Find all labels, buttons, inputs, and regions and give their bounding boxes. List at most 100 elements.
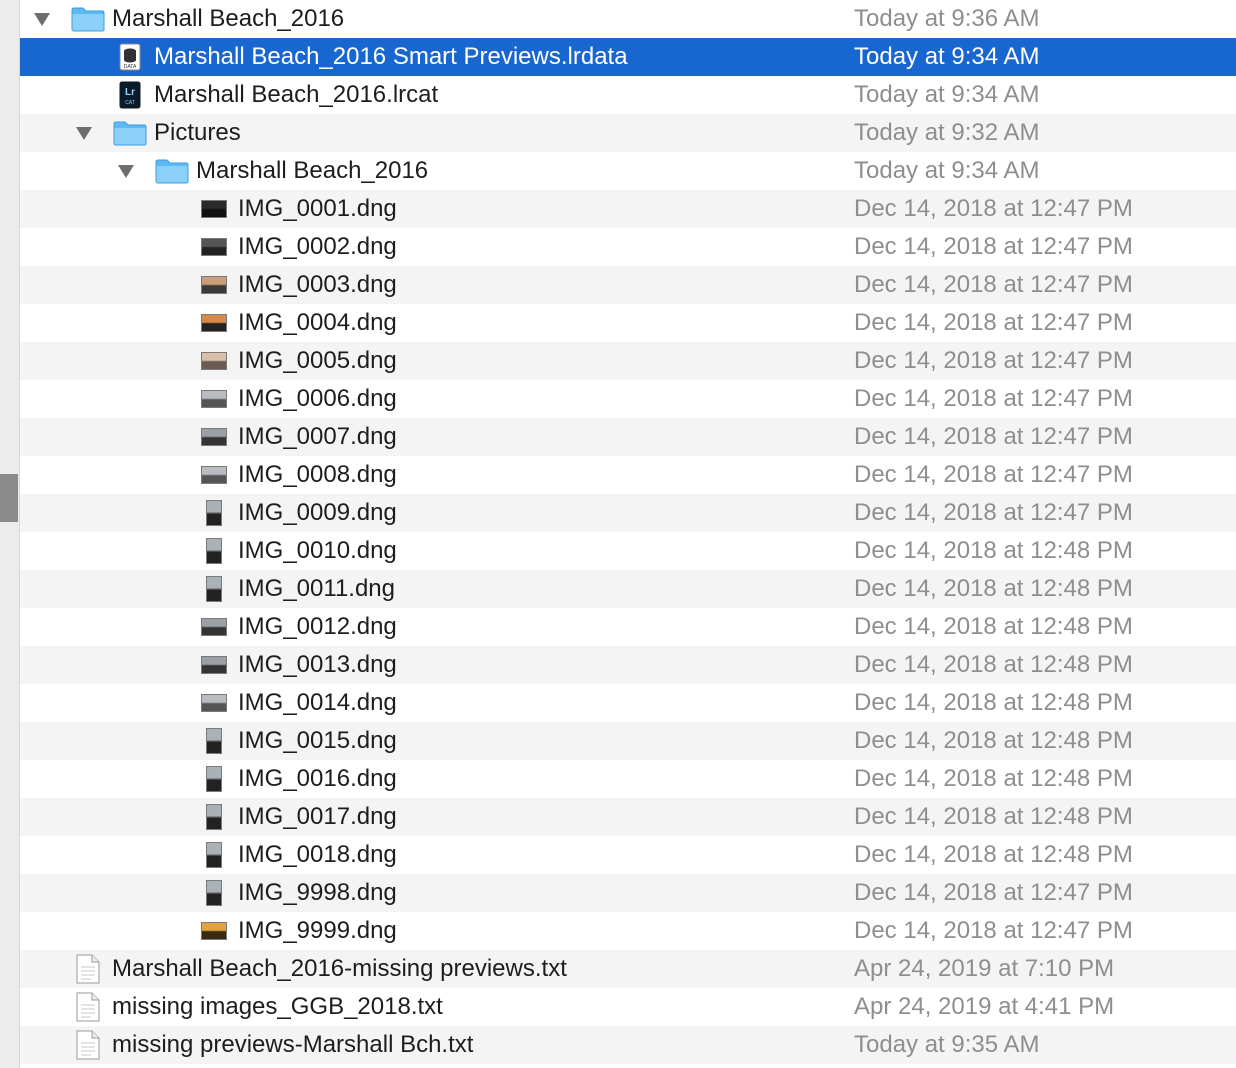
image-thumbnail (201, 200, 227, 218)
file-name: IMG_0011.dng (238, 575, 395, 602)
file-row[interactable]: missing previews-Marshall Bch.txt Today a… (20, 1026, 1236, 1064)
date-modified: Today at 9:34 AM (854, 81, 1040, 108)
image-thumbnail (206, 576, 222, 602)
file-name: IMG_0007.dng (238, 423, 397, 450)
text-file-icon (70, 988, 106, 1026)
text-file-icon (70, 1026, 106, 1064)
file-row[interactable]: IMG_0018.dng Dec 14, 2018 at 12:48 PM (20, 836, 1236, 874)
date-modified: Dec 14, 2018 at 12:47 PM (854, 195, 1133, 222)
date-modified: Apr 24, 2019 at 7:10 PM (854, 955, 1115, 982)
file-row[interactable]: IMG_0001.dng Dec 14, 2018 at 12:47 PM (20, 190, 1236, 228)
lrcat-file-icon: Lr CAT (112, 76, 148, 114)
file-row[interactable]: IMG_0008.dng Dec 14, 2018 at 12:47 PM (20, 456, 1236, 494)
image-thumbnail (201, 276, 227, 294)
file-list: Marshall Beach_2016 Today at 9:36 AM DATA M… (20, 0, 1236, 1064)
file-name: IMG_0001.dng (238, 195, 397, 222)
file-row[interactable]: missing images_GGB_2018.txt Apr 24, 2019 … (20, 988, 1236, 1026)
folder-icon (112, 114, 148, 152)
image-thumbnail (201, 314, 227, 332)
date-modified: Dec 14, 2018 at 12:48 PM (854, 841, 1133, 868)
file-name: IMG_0006.dng (238, 385, 397, 412)
file-row[interactable]: IMG_0007.dng Dec 14, 2018 at 12:47 PM (20, 418, 1236, 456)
file-row[interactable]: IMG_0003.dng Dec 14, 2018 at 12:47 PM (20, 266, 1236, 304)
image-thumbnail-icon (196, 684, 232, 722)
date-modified: Today at 9:35 AM (854, 1031, 1040, 1058)
file-row[interactable]: IMG_0005.dng Dec 14, 2018 at 12:47 PM (20, 342, 1236, 380)
file-row[interactable]: IMG_0004.dng Dec 14, 2018 at 12:47 PM (20, 304, 1236, 342)
date-modified: Dec 14, 2018 at 12:47 PM (854, 309, 1133, 336)
image-thumbnail (201, 466, 227, 484)
date-modified: Dec 14, 2018 at 12:47 PM (854, 233, 1133, 260)
image-thumbnail-icon (196, 722, 232, 760)
image-thumbnail-icon (196, 380, 232, 418)
image-thumbnail (206, 766, 222, 792)
folder-row[interactable]: Pictures Today at 9:32 AM (20, 114, 1236, 152)
file-row[interactable]: Marshall Beach_2016-missing previews.txt… (20, 950, 1236, 988)
date-modified: Dec 14, 2018 at 12:47 PM (854, 271, 1133, 298)
file-name: Pictures (154, 119, 241, 146)
file-name: IMG_0008.dng (238, 461, 397, 488)
folder-row[interactable]: Marshall Beach_2016 Today at 9:34 AM (20, 152, 1236, 190)
sidebar-strip (0, 0, 20, 1068)
image-thumbnail (201, 694, 227, 712)
file-row[interactable]: IMG_9998.dng Dec 14, 2018 at 12:47 PM (20, 874, 1236, 912)
date-modified: Dec 14, 2018 at 12:47 PM (854, 347, 1133, 374)
file-row[interactable]: DATA Marshall Beach_2016 Smart Previews.l… (20, 38, 1236, 76)
date-modified: Dec 14, 2018 at 12:48 PM (854, 765, 1133, 792)
disclosure-triangle-icon[interactable] (116, 161, 136, 181)
image-thumbnail (201, 656, 227, 674)
image-thumbnail-icon (196, 570, 232, 608)
file-row[interactable]: IMG_9999.dng Dec 14, 2018 at 12:47 PM (20, 912, 1236, 950)
text-file-icon (70, 950, 106, 988)
date-modified: Today at 9:34 AM (854, 43, 1040, 70)
disclosure-triangle-icon[interactable] (74, 123, 94, 143)
file-name: missing previews-Marshall Bch.txt (112, 1031, 474, 1058)
image-thumbnail-icon (196, 304, 232, 342)
file-row[interactable]: IMG_0011.dng Dec 14, 2018 at 12:48 PM (20, 570, 1236, 608)
date-modified: Dec 14, 2018 at 12:48 PM (854, 689, 1133, 716)
file-row[interactable]: IMG_0017.dng Dec 14, 2018 at 12:48 PM (20, 798, 1236, 836)
date-modified: Apr 24, 2019 at 4:41 PM (854, 993, 1115, 1020)
date-modified: Dec 14, 2018 at 12:48 PM (854, 537, 1133, 564)
image-thumbnail (206, 880, 222, 906)
file-name: Marshall Beach_2016 (196, 157, 429, 184)
image-thumbnail-icon (196, 456, 232, 494)
file-row[interactable]: IMG_0013.dng Dec 14, 2018 at 12:48 PM (20, 646, 1236, 684)
image-thumbnail (206, 728, 222, 754)
file-row[interactable]: IMG_0014.dng Dec 14, 2018 at 12:48 PM (20, 684, 1236, 722)
file-name: IMG_9998.dng (238, 879, 397, 906)
image-thumbnail-icon (196, 760, 232, 798)
file-name: Marshall Beach_2016 Smart Previews.lrdat… (154, 43, 628, 70)
image-thumbnail-icon (196, 874, 232, 912)
image-thumbnail-icon (196, 532, 232, 570)
file-row[interactable]: IMG_0015.dng Dec 14, 2018 at 12:48 PM (20, 722, 1236, 760)
image-thumbnail (206, 538, 222, 564)
file-row[interactable]: IMG_0009.dng Dec 14, 2018 at 12:47 PM (20, 494, 1236, 532)
file-row[interactable]: IMG_0002.dng Dec 14, 2018 at 12:47 PM (20, 228, 1236, 266)
date-modified: Dec 14, 2018 at 12:47 PM (854, 423, 1133, 450)
disclosure-triangle-icon[interactable] (32, 9, 52, 29)
file-row[interactable]: IMG_0010.dng Dec 14, 2018 at 12:48 PM (20, 532, 1236, 570)
file-name: Marshall Beach_2016-missing previews.txt (112, 955, 567, 982)
date-modified: Dec 14, 2018 at 12:47 PM (854, 499, 1133, 526)
date-modified: Dec 14, 2018 at 12:48 PM (854, 651, 1133, 678)
date-modified: Dec 14, 2018 at 12:48 PM (854, 803, 1133, 830)
image-thumbnail-icon (196, 266, 232, 304)
file-name: IMG_0016.dng (238, 765, 397, 792)
svg-text:CAT: CAT (125, 100, 135, 106)
image-thumbnail (201, 428, 227, 446)
image-thumbnail-icon (196, 836, 232, 874)
image-thumbnail-icon (196, 646, 232, 684)
file-row[interactable]: IMG_0012.dng Dec 14, 2018 at 12:48 PM (20, 608, 1236, 646)
file-name: IMG_0015.dng (238, 727, 397, 754)
file-name: IMG_0013.dng (238, 651, 397, 678)
file-row[interactable]: IMG_0006.dng Dec 14, 2018 at 12:47 PM (20, 380, 1236, 418)
file-name: Marshall Beach_2016 (112, 5, 345, 32)
folder-row[interactable]: Marshall Beach_2016 Today at 9:36 AM (20, 0, 1236, 38)
date-modified: Dec 14, 2018 at 12:47 PM (854, 385, 1133, 412)
file-row[interactable]: IMG_0016.dng Dec 14, 2018 at 12:48 PM (20, 760, 1236, 798)
scroll-thumb[interactable] (0, 474, 18, 522)
image-thumbnail-icon (196, 912, 232, 950)
date-modified: Today at 9:34 AM (854, 157, 1040, 184)
file-row[interactable]: Lr CAT Marshall Beach_2016.lrcat Today at 9… (20, 76, 1236, 114)
